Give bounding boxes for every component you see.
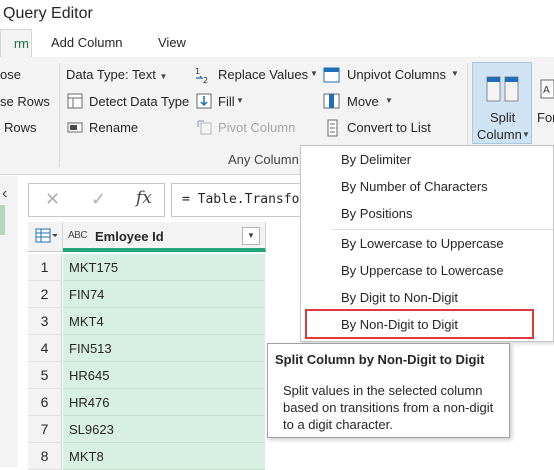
chevron-down-icon: ▼ (385, 96, 393, 105)
svg-text:1: 1 (195, 67, 200, 76)
svg-text:2: 2 (203, 76, 208, 84)
confirm-icon[interactable]: ✓ (91, 189, 106, 210)
table-cell[interactable]: SL9623 (63, 416, 265, 443)
window-title: Query Editor (3, 5, 93, 22)
table-cell[interactable]: FIN74 (63, 281, 265, 308)
menu-item-by-lowercase-to-uppercase[interactable]: By Lowercase to Uppercase (341, 230, 504, 257)
ribbon-tabs: rm Add Column View (0, 29, 554, 57)
row-number[interactable]: 1 (28, 254, 62, 281)
menu-item-by-positions[interactable]: By Positions (341, 200, 413, 227)
chevron-left-icon[interactable]: ‹ (2, 185, 7, 203)
menu-item-by-uppercase-to-lowercase[interactable]: By Uppercase to Lowercase (341, 257, 504, 284)
column-header-label: Emloyee Id (95, 229, 164, 244)
split-column-button[interactable]: Split Column ▼ (472, 62, 532, 144)
row-number[interactable]: 8 (28, 443, 62, 470)
ribbon-cut-icon: A (540, 79, 554, 102)
formula-text: = Table.Transfo (182, 192, 300, 207)
cancel-icon[interactable]: ✕ (45, 189, 60, 210)
unpivot-columns-label: Unpivot Columns (347, 67, 446, 82)
highlight-box (305, 309, 534, 339)
table-icon (35, 228, 57, 243)
data-grid: ABC Emloyee Id ▼ 1 MKT175 2 FIN74 3 MKT4 4 FIN5… (28, 222, 268, 470)
tooltip-body: Split values in the selected column base… (283, 383, 494, 432)
unpivot-icon (323, 67, 340, 83)
row-number[interactable]: 6 (28, 389, 62, 416)
replace-values-label: Replace Values (218, 67, 309, 82)
menu-item-by-digit-to-non-digit[interactable]: By Digit to Non-Digit (341, 284, 458, 311)
table-cell[interactable]: MKT8 (63, 443, 265, 470)
row-number[interactable]: 5 (28, 362, 62, 389)
query-selection-indicator (0, 205, 5, 235)
tooltip-title: Split Column by Non-Digit to Digit (275, 352, 485, 367)
rename-icon (67, 122, 83, 133)
menu-item-by-number-of-characters[interactable]: By Number of Characters (341, 173, 488, 200)
table-detect-icon (67, 93, 83, 109)
pivot-icon (197, 120, 212, 135)
chevron-down-icon: ▼ (522, 130, 530, 139)
fx-icon[interactable]: fx (136, 188, 152, 208)
formula-controls: ✕ ✓ fx (28, 183, 165, 217)
tooltip: Split Column by Non-Digit to Digit Split… (267, 343, 510, 438)
chevron-down-icon: ▼ (310, 69, 318, 78)
move-label: Move (347, 94, 379, 109)
transpose-button[interactable]: ose (0, 67, 21, 82)
count-rows-button[interactable]: Rows (4, 120, 37, 135)
detect-data-type-label: Detect Data Type (89, 94, 190, 109)
chevron-down-icon: ▼ (159, 72, 168, 81)
table-cell[interactable]: FIN513 (63, 335, 265, 362)
chevron-down-icon: ▼ (236, 96, 244, 105)
pivot-column-label: Pivot Column (218, 120, 296, 135)
list-icon (327, 119, 338, 137)
ribbon-group-label: Any Column (228, 152, 299, 167)
replace-values-icon: 1 2 (195, 67, 208, 84)
rename-label: Rename (89, 120, 139, 135)
text-type-icon[interactable]: ABC (68, 230, 88, 241)
svg-text:A: A (543, 85, 550, 96)
convert-to-list-label: Convert to List (347, 120, 431, 135)
split-column-label-2: Column (477, 127, 522, 142)
format-button-cut[interactable]: For (537, 110, 554, 125)
row-number[interactable]: 4 (28, 335, 62, 362)
tab-add-column[interactable]: Add Column (51, 29, 123, 57)
table-cell[interactable]: MKT4 (63, 308, 265, 335)
table-cell[interactable]: HR476 (63, 389, 265, 416)
column-header-employee-id[interactable]: ABC Emloyee Id ▼ (63, 222, 266, 252)
filter-dropdown-button[interactable]: ▼ (242, 227, 260, 245)
fill-label: Fill (218, 94, 235, 109)
row-number[interactable]: 3 (28, 308, 62, 335)
row-number[interactable]: 7 (28, 416, 62, 443)
table-menu-button[interactable] (28, 222, 63, 252)
title-bar: Query Editor (0, 0, 554, 29)
chevron-down-icon: ▼ (451, 69, 459, 78)
reverse-rows-button[interactable]: se Rows (0, 94, 50, 109)
table-cell[interactable]: HR645 (63, 362, 265, 389)
tab-transform[interactable]: rm (0, 29, 32, 57)
row-number[interactable]: 2 (28, 281, 62, 308)
data-type-dropdown[interactable]: Data Type: Text ▼ (66, 67, 167, 82)
ribbon-divider (59, 63, 60, 167)
tab-view[interactable]: View (158, 29, 186, 57)
data-type-label: Data Type: Text (66, 67, 156, 82)
table-cell[interactable]: MKT175 (63, 254, 265, 281)
move-icon (323, 93, 340, 109)
fill-down-icon (196, 93, 212, 109)
split-column-label-1: Split (490, 110, 516, 125)
menu-item-by-delimiter[interactable]: By Delimiter (341, 146, 411, 173)
split-column-icon (486, 76, 519, 102)
